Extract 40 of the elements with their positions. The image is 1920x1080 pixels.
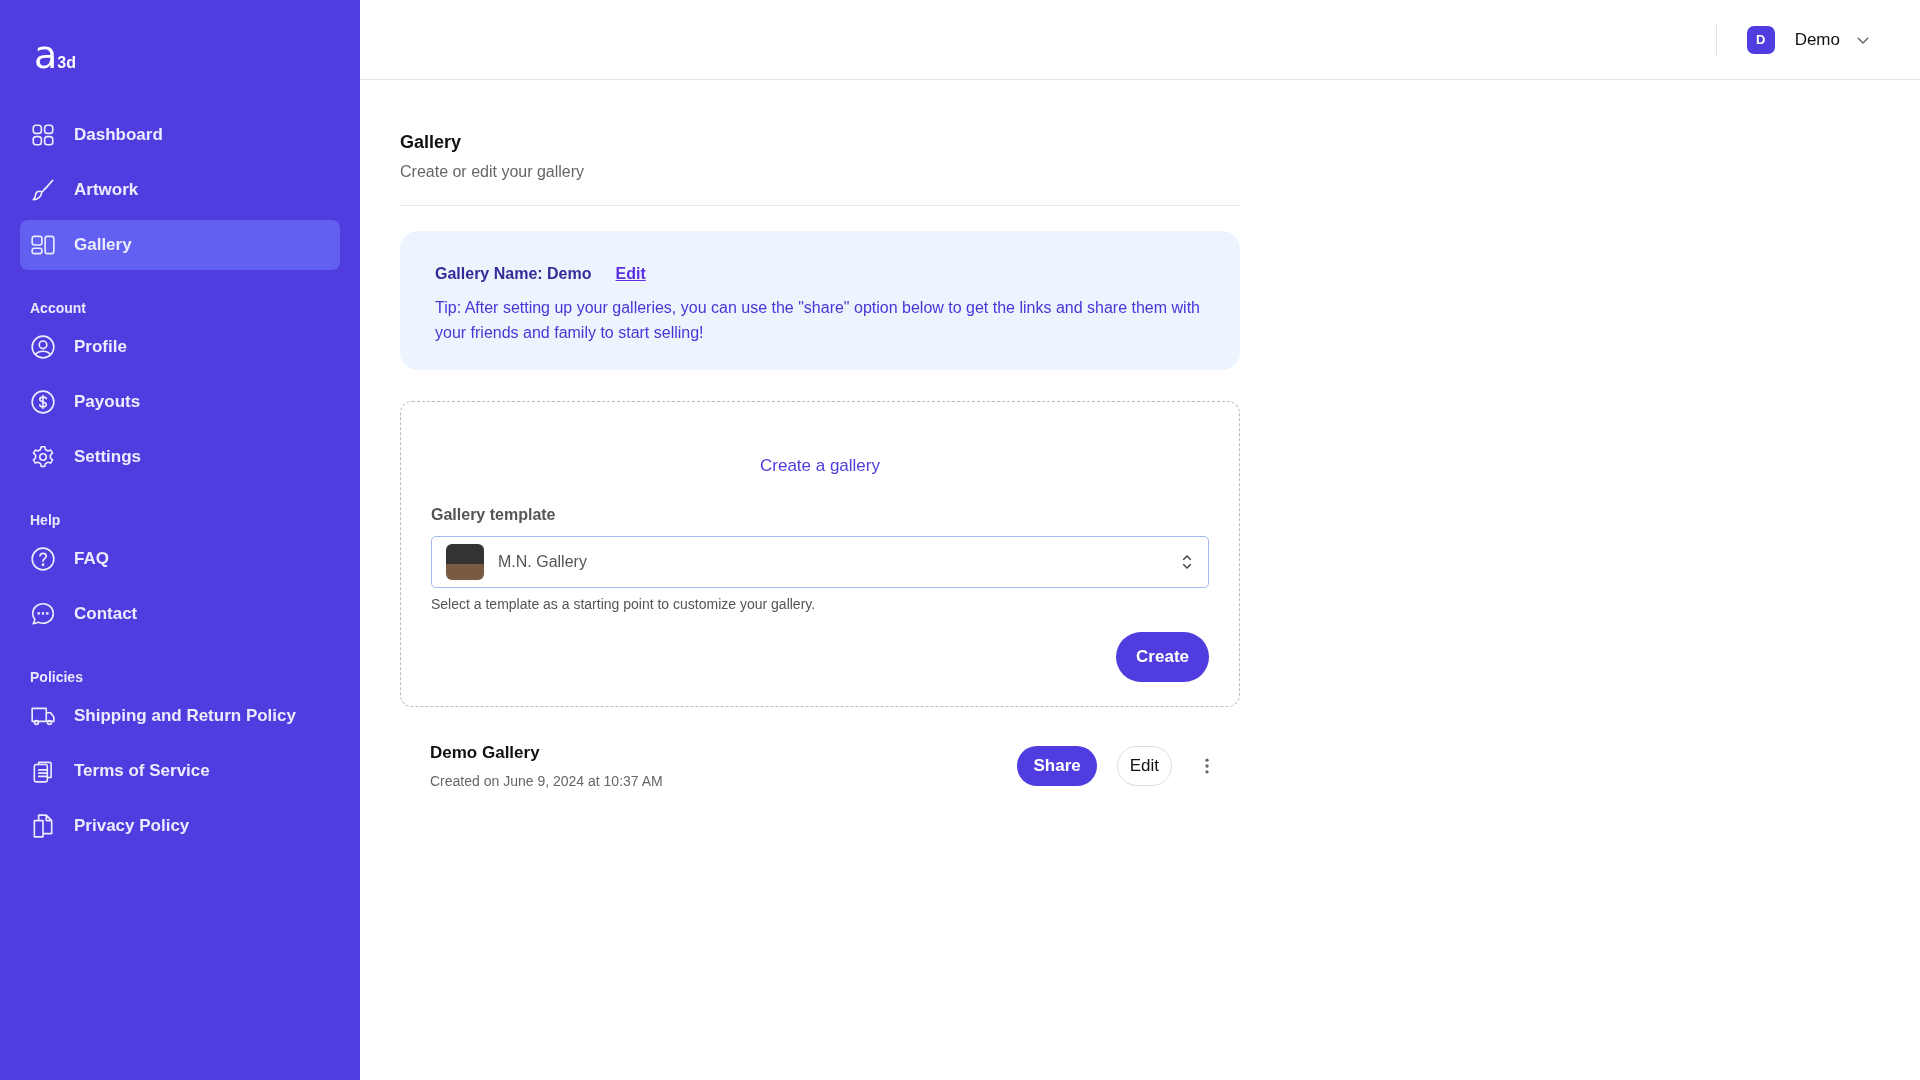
nav-item[interactable]: Artwork <box>20 165 340 215</box>
section-heading: Help <box>29 512 62 528</box>
nav-item[interactable]: Privacy Policy <box>20 801 340 851</box>
grid-icon <box>30 122 56 148</box>
edit-link[interactable]: Edit <box>615 265 646 283</box>
gallery-name: Gallery Name: Demo <box>435 265 592 283</box>
settings-icon <box>30 444 56 470</box>
nav-item[interactable]: Dashboard <box>20 110 340 160</box>
gallery-title: Demo Gallery <box>430 743 541 763</box>
nav-item[interactable]: Contact <box>20 589 340 639</box>
nav-item[interactable]: Gallery <box>20 220 340 270</box>
template-select[interactable]: M.N. Gallery <box>431 536 1209 588</box>
logo[interactable]: a3d <box>34 32 76 72</box>
nav-item[interactable]: FAQ <box>20 534 340 584</box>
nav-item[interactable]: Payouts <box>20 377 340 427</box>
nav-item[interactable]: Profile <box>20 322 340 372</box>
photo-placeholder <box>446 544 484 580</box>
user-icon <box>30 334 56 360</box>
nav-item[interactable]: Shipping and Return Policy <box>20 691 340 741</box>
page-subtitle: Create or edit your gallery <box>400 163 586 181</box>
page-title: Gallery <box>400 132 463 153</box>
nav-item[interactable]: Settings <box>20 432 340 482</box>
gallery-date: Created on June 9, 2024 at 10:37 AM <box>430 773 664 789</box>
nav-item[interactable]: Terms of Service <box>20 746 340 796</box>
question-icon <box>30 546 56 572</box>
section-heading: Policies <box>29 669 84 685</box>
create-button[interactable]: Create <box>1116 632 1209 682</box>
help-text: Select a template as a starting point to customize your gallery. <box>431 596 817 612</box>
share-button[interactable]: Share <box>1017 746 1097 786</box>
tip-text: Tip: After setting up your galleries, you can use the "share" option below to get the links and share them with your friends and family to start selling! <box>435 298 1201 343</box>
dollar-icon <box>30 389 56 415</box>
chat-icon <box>30 601 56 627</box>
section-heading: Account <box>29 300 87 316</box>
create-title: Create a gallery <box>759 456 881 476</box>
more-icon[interactable] <box>1204 756 1210 776</box>
avatar[interactable]: D <box>1746 25 1775 54</box>
user-name[interactable]: Demo <box>1794 29 1840 50</box>
edit-button[interactable]: Edit <box>1116 746 1172 786</box>
brush-icon <box>30 177 56 203</box>
field-label: Gallery template <box>431 506 557 524</box>
